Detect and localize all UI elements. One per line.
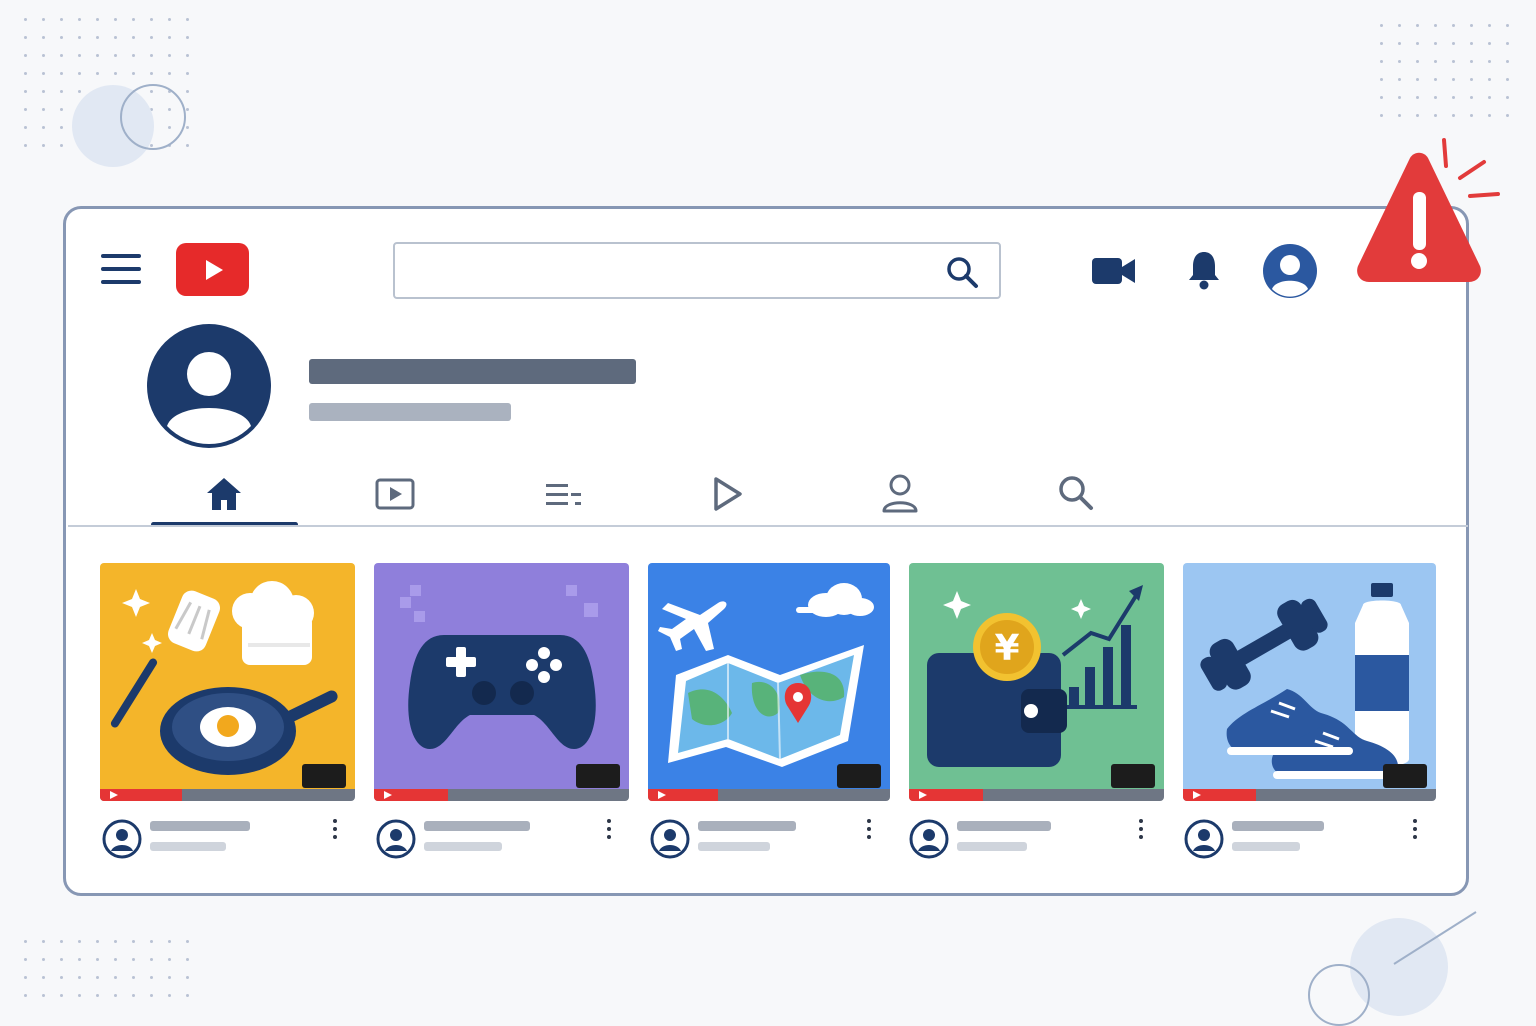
video-camera-icon[interactable] xyxy=(1091,255,1137,287)
decor-circle-outline-br xyxy=(1308,964,1370,1026)
logo-play-icon xyxy=(205,259,223,280)
video-card-cooking[interactable] xyxy=(100,563,355,801)
channel-name-placeholder xyxy=(309,359,636,384)
account-avatar-icon[interactable] xyxy=(1261,242,1319,300)
uploader-avatar-icon[interactable] xyxy=(1184,819,1224,859)
uploader-avatar-icon[interactable] xyxy=(909,819,949,859)
more-options-icon[interactable] xyxy=(866,819,872,843)
decor-line xyxy=(1393,911,1477,965)
video-subtitle-placeholder xyxy=(698,842,770,851)
gaming-thumbnail xyxy=(374,563,629,789)
home-icon[interactable] xyxy=(204,475,244,513)
videos-icon[interactable] xyxy=(375,477,415,511)
video-progress-bar xyxy=(1183,789,1257,801)
video-title-placeholder xyxy=(698,821,796,831)
channel-subtitle-placeholder xyxy=(309,403,511,421)
video-duration-badge xyxy=(1383,764,1427,788)
decor-circle-outline xyxy=(120,84,186,150)
video-subtitle-placeholder xyxy=(150,842,226,851)
about-person-icon[interactable] xyxy=(880,472,920,514)
more-options-icon[interactable] xyxy=(1412,819,1418,843)
video-subtitle-placeholder xyxy=(424,842,502,851)
menu-icon[interactable] xyxy=(101,254,141,293)
finance-thumbnail: ¥ xyxy=(909,563,1164,789)
uploader-avatar-icon[interactable] xyxy=(376,819,416,859)
search-icon[interactable] xyxy=(945,255,979,289)
video-title-placeholder xyxy=(957,821,1051,831)
video-progress-bar xyxy=(374,789,448,801)
video-card-travel[interactable] xyxy=(648,563,890,801)
video-title-placeholder xyxy=(424,821,530,831)
coin-yen-symbol: ¥ xyxy=(994,628,1019,669)
youtube-logo[interactable] xyxy=(176,243,249,296)
video-meta-cooking xyxy=(102,817,357,862)
video-duration-badge xyxy=(302,764,346,788)
video-card-finance[interactable]: ¥ xyxy=(909,563,1164,801)
travel-thumbnail xyxy=(648,563,890,789)
video-meta-fitness xyxy=(1184,817,1439,862)
cooking-thumbnail xyxy=(100,563,355,789)
more-options-icon[interactable] xyxy=(1138,819,1144,843)
decor-dots-bottom-left xyxy=(24,940,189,997)
video-subtitle-placeholder xyxy=(957,842,1027,851)
shorts-play-icon[interactable] xyxy=(709,475,745,513)
bell-icon[interactable] xyxy=(1186,249,1222,291)
fitness-thumbnail xyxy=(1183,563,1436,789)
video-meta-travel xyxy=(650,817,905,862)
video-meta-gaming xyxy=(376,817,631,862)
video-duration-badge xyxy=(1111,764,1155,788)
tabs-divider xyxy=(68,525,1468,527)
browser-window: ¥ xyxy=(63,206,1469,896)
channel-avatar xyxy=(147,324,271,448)
video-card-gaming[interactable] xyxy=(374,563,629,801)
search-input[interactable] xyxy=(409,244,933,296)
channel-search-icon[interactable] xyxy=(1057,474,1095,512)
warning-triangle-icon xyxy=(1357,138,1500,282)
uploader-avatar-icon[interactable] xyxy=(102,819,142,859)
video-title-placeholder xyxy=(150,821,250,831)
video-progress-bar xyxy=(909,789,983,801)
playlists-icon[interactable] xyxy=(544,479,584,511)
more-options-icon[interactable] xyxy=(332,819,338,843)
video-card-fitness[interactable] xyxy=(1183,563,1436,801)
video-duration-badge xyxy=(576,764,620,788)
video-progress-bar xyxy=(648,789,719,801)
video-duration-badge xyxy=(837,764,881,788)
uploader-avatar-icon[interactable] xyxy=(650,819,690,859)
search-box[interactable] xyxy=(393,242,1001,299)
decor-dots-top-right xyxy=(1380,24,1509,117)
video-meta-finance xyxy=(909,817,1164,862)
video-subtitle-placeholder xyxy=(1232,842,1300,851)
more-options-icon[interactable] xyxy=(606,819,612,843)
video-progress-bar xyxy=(100,789,182,801)
video-title-placeholder xyxy=(1232,821,1324,831)
